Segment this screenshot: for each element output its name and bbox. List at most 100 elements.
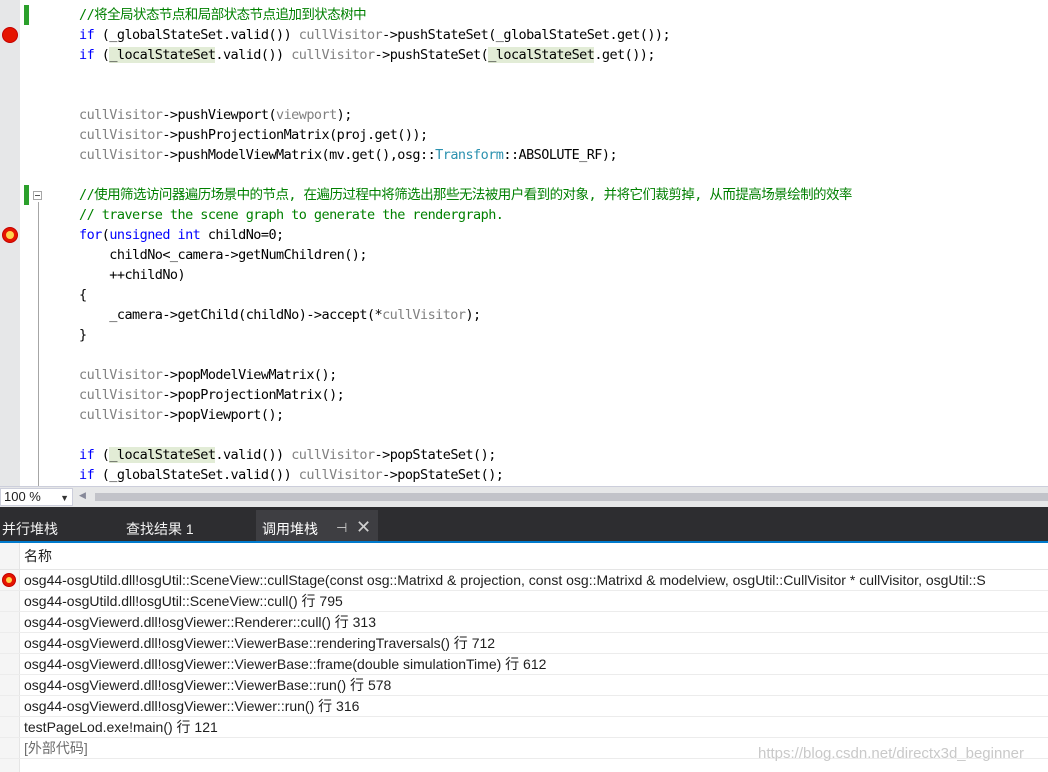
- call-stack-panel: 名称 osg44-osgUtild.dll!osgUtil::SceneView…: [0, 543, 1048, 772]
- zoom-value: 100 %: [4, 489, 41, 504]
- watermark: https://blog.csdn.net/directx3d_beginner: [758, 745, 1025, 762]
- call-stack-row[interactable]: osg44-osgViewerd.dll!osgViewer::ViewerBa…: [0, 654, 1048, 675]
- code-line[interactable]: cullVisitor->pushModelViewMatrix(mv.get(…: [79, 145, 618, 165]
- column-header-name: 名称: [24, 548, 52, 564]
- code-token: );: [336, 107, 353, 123]
- call-stack-row[interactable]: osg44-osgViewerd.dll!osgViewer::Viewer::…: [0, 696, 1048, 717]
- code-line[interactable]: //将全局状态节点和局部状态节点追加到状态树中: [79, 5, 367, 25]
- code-line[interactable]: //使用筛选访问器遍历场景中的节点, 在遍历过程中将筛选出那些无法被用户看到的对…: [79, 185, 852, 205]
- call-stack-row[interactable]: osg44-osgViewerd.dll!osgViewer::ViewerBa…: [0, 633, 1048, 654]
- code-line[interactable]: }: [79, 325, 87, 345]
- call-stack-frame-text: osg44-osgViewerd.dll!osgViewer::Renderer…: [24, 614, 376, 630]
- code-token: cullVisitor: [382, 307, 466, 323]
- code-token: (: [94, 47, 110, 63]
- current-statement-breakpoint-icon[interactable]: [2, 227, 18, 243]
- code-token: childNo<_camera->getNumChildren();: [79, 247, 367, 263]
- code-token: ::ABSOLUTE_RF);: [503, 147, 618, 163]
- code-token: ->popModelViewMatrix();: [162, 367, 337, 383]
- code-token: .get());: [594, 47, 655, 63]
- code-token: _localStateSet: [109, 47, 216, 63]
- code-token: if: [79, 27, 95, 43]
- code-editor[interactable]: //将全局状态节点和局部状态节点追加到状态树中 if (_globalStateS…: [0, 0, 1048, 486]
- code-line[interactable]: if (_localStateSet.valid()) cullVisitor-…: [79, 45, 655, 65]
- code-line[interactable]: // traverse the scene graph to generate …: [79, 205, 504, 225]
- code-token: cullVisitor: [79, 127, 163, 143]
- code-line[interactable]: if (_localStateSet.valid()) cullVisitor-…: [79, 445, 496, 465]
- call-stack-frame-text: osg44-osgViewerd.dll!osgViewer::Viewer::…: [24, 698, 360, 714]
- code-line[interactable]: childNo<_camera->getNumChildren();: [79, 245, 367, 265]
- changed-line-marker: [24, 5, 29, 25]
- call-stack-frame-text: osg44-osgViewerd.dll!osgViewer::ViewerBa…: [24, 635, 496, 651]
- code-line[interactable]: for(unsigned int childNo=0;: [79, 225, 284, 245]
- call-stack-row[interactable]: osg44-osgViewerd.dll!osgViewer::Renderer…: [0, 612, 1048, 633]
- close-icon[interactable]: ✕: [356, 516, 371, 540]
- code-token: .valid()): [215, 47, 292, 63]
- code-token: (_globalStateSet.valid()): [94, 27, 299, 43]
- change-tracking-margin: [20, 0, 32, 486]
- code-line[interactable]: cullVisitor->popModelViewMatrix();: [79, 365, 337, 385]
- call-stack-frame-text: [外部代码]: [24, 740, 88, 756]
- code-token: viewport: [276, 107, 337, 123]
- code-token: .valid()): [215, 447, 292, 463]
- code-token: cullVisitor: [291, 47, 375, 63]
- call-stack-frame-text: osg44-osgUtild.dll!osgUtil::SceneView::c…: [24, 593, 343, 609]
- outlining-line: [38, 202, 39, 486]
- code-token: _camera->getChild(childNo)->accept(*: [79, 307, 383, 323]
- code-token: // traverse the scene graph to generate …: [79, 207, 504, 223]
- call-stack-row[interactable]: osg44-osgUtild.dll!osgUtil::SceneView::c…: [0, 570, 1048, 591]
- horizontal-scrollbar-thumb[interactable]: [95, 493, 1048, 501]
- call-stack-row[interactable]: testPageLod.exe!main() 行 121: [0, 717, 1048, 738]
- code-token: );: [465, 307, 481, 323]
- call-stack-row[interactable]: osg44-osgUtild.dll!osgUtil::SceneView::c…: [0, 591, 1048, 612]
- column-header[interactable]: 名称: [0, 543, 1048, 570]
- code-token: if: [79, 47, 95, 63]
- code-token: ->popViewport();: [162, 407, 284, 423]
- code-token: //将全局状态节点和局部状态节点追加到状态树中: [79, 7, 367, 23]
- tool-window-tab-strip: 并行堆栈 查找结果 1: [0, 507, 1048, 543]
- breakpoint-margin[interactable]: [0, 0, 20, 486]
- call-stack-frame-text: osg44-osgViewerd.dll!osgViewer::ViewerBa…: [24, 656, 547, 672]
- code-token: cullVisitor: [79, 107, 163, 123]
- code-line[interactable]: cullVisitor->pushProjectionMatrix(proj.g…: [79, 125, 428, 145]
- code-token: cullVisitor: [79, 407, 163, 423]
- code-token: ->popStateSet();: [374, 447, 497, 463]
- code-line[interactable]: _camera->getChild(childNo)->accept(*cull…: [79, 305, 481, 325]
- tab-call-stack-label: 调用堆栈: [262, 521, 318, 537]
- code-token: ->popProjectionMatrix();: [162, 387, 345, 403]
- code-line[interactable]: {: [79, 285, 87, 305]
- code-line[interactable]: if (_globalStateSet.valid()) cullVisitor…: [79, 465, 504, 485]
- call-stack-row[interactable]: osg44-osgViewerd.dll!osgViewer::ViewerBa…: [0, 675, 1048, 696]
- collapse-toggle-icon[interactable]: [33, 191, 42, 200]
- code-token: cullVisitor: [298, 27, 383, 43]
- chevron-down-icon: ▼: [60, 493, 69, 503]
- code-line[interactable]: cullVisitor->popViewport();: [79, 405, 284, 425]
- code-token: {: [79, 287, 87, 303]
- zoom-dropdown[interactable]: 100 % ▼: [0, 488, 73, 506]
- editor-bottom-bar: 100 % ▼ ◀: [0, 486, 1048, 507]
- changed-line-marker: [24, 185, 29, 205]
- breakpoint-icon[interactable]: [2, 27, 18, 43]
- code-token: cullVisitor: [291, 447, 375, 463]
- call-stack-frame-text: osg44-osgUtild.dll!osgUtil::SceneView::c…: [24, 572, 986, 588]
- code-token: if: [79, 447, 95, 463]
- code-token: Transform: [435, 147, 504, 163]
- code-line[interactable]: if (_globalStateSet.valid()) cullVisitor…: [79, 25, 671, 45]
- tab-find-results[interactable]: 查找结果 1: [126, 517, 194, 541]
- code-token: ->pushProjectionMatrix(proj.get());: [162, 127, 428, 143]
- code-token: ->pushModelViewMatrix(mv.get(),osg::: [162, 147, 436, 163]
- code-token: ++childNo): [79, 267, 186, 283]
- code-token: //使用筛选访问器遍历场景中的节点, 在遍历过程中将筛选出那些无法被用户看到的对…: [79, 187, 852, 203]
- code-line[interactable]: ++childNo): [79, 265, 185, 285]
- current-frame-icon: [2, 573, 16, 587]
- code-token: _localStateSet: [488, 47, 595, 63]
- code-line[interactable]: cullVisitor->pushViewport(viewport);: [79, 105, 352, 125]
- scroll-left-icon[interactable]: ◀: [79, 491, 86, 501]
- code-token: cullVisitor: [298, 467, 383, 483]
- pin-icon[interactable]: ⊣: [336, 519, 347, 539]
- code-token: if: [79, 467, 95, 483]
- code-line[interactable]: cullVisitor->popProjectionMatrix();: [79, 385, 345, 405]
- code-token: (_globalStateSet.valid()): [94, 467, 299, 483]
- code-token: for: [79, 227, 102, 243]
- tab-parallel-stacks[interactable]: 并行堆栈: [2, 517, 58, 541]
